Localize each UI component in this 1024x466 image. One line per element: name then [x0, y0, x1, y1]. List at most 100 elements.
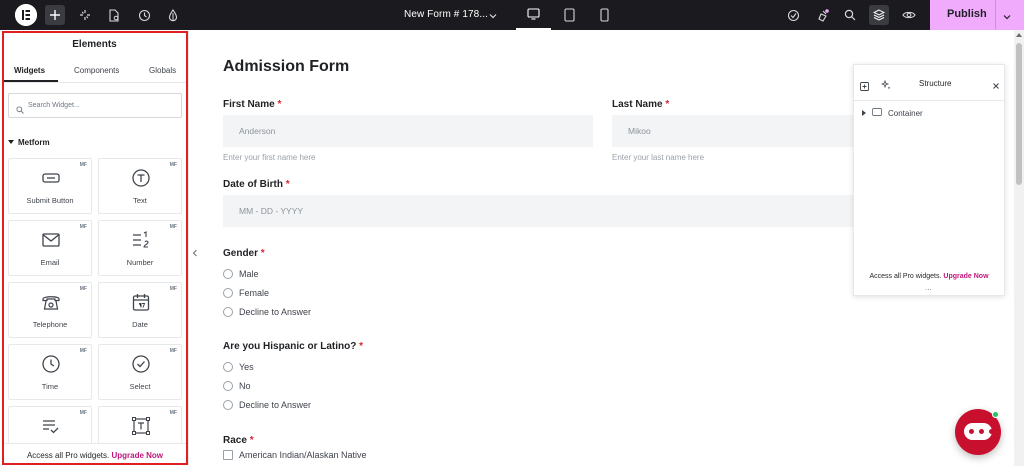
radio-button[interactable] [223, 269, 233, 279]
radio-label: Male [239, 269, 259, 279]
mf-badge: MF [169, 224, 177, 230]
mf-badge: MF [169, 348, 177, 354]
structure-icon[interactable] [869, 5, 889, 25]
theme-style-icon[interactable] [163, 5, 183, 25]
widget-label: Select [129, 382, 151, 391]
upgrade-now-link[interactable]: Upgrade Now [943, 273, 988, 280]
chevron-down-icon[interactable] [488, 8, 498, 26]
chat-widget-button[interactable] [955, 409, 1001, 455]
widget-number[interactable]: MF Number [98, 220, 182, 276]
structure-header: Structure [854, 65, 1004, 101]
race-option-american-indian[interactable]: American Indian/Alaskan Native [223, 450, 367, 460]
last-name-input[interactable]: Mikoo [612, 115, 853, 147]
radio-label: Yes [239, 362, 254, 372]
mf-badge: MF [79, 348, 87, 354]
mobile-icon[interactable] [587, 0, 622, 30]
hispanic-option-decline[interactable]: Decline to Answer [223, 400, 311, 410]
radio-label: Female [239, 288, 270, 298]
desktop-icon[interactable] [516, 0, 551, 30]
radio-button[interactable] [223, 400, 233, 410]
caret-right-icon[interactable] [862, 110, 866, 116]
hispanic-option-yes[interactable]: Yes [223, 362, 254, 372]
notifications-icon[interactable] [812, 5, 832, 25]
search-placeholder: Search Widget... [28, 102, 80, 109]
gender-option-decline[interactable]: Decline to Answer [223, 307, 311, 317]
add-icon[interactable] [45, 5, 65, 25]
radio-button[interactable] [223, 307, 233, 317]
resize-handle[interactable]: ... [925, 284, 932, 292]
widget-label: Submit Button [26, 196, 74, 205]
close-icon[interactable] [992, 77, 1000, 95]
hispanic-option-no[interactable]: No [223, 381, 251, 391]
checkbox[interactable] [223, 450, 233, 460]
canvas-scrollbar[interactable] [1014, 30, 1024, 466]
select-icon [131, 354, 151, 374]
chat-dots [969, 429, 994, 434]
collapse-panel-icon[interactable] [192, 244, 198, 262]
structure-item-container[interactable]: Container [862, 108, 923, 118]
last-name-label-text: Last Name [612, 99, 663, 110]
structure-promo: Access all Pro widgets. Upgrade Now [854, 273, 1004, 280]
page-settings-icon[interactable] [104, 5, 124, 25]
finder-icon[interactable] [783, 5, 803, 25]
search-icon[interactable] [840, 5, 860, 25]
widget-text[interactable]: MF Text [98, 158, 182, 214]
upgrade-now-link[interactable]: Upgrade Now [111, 451, 163, 460]
telephone-icon [41, 292, 61, 312]
tab-components[interactable]: Components [74, 66, 119, 75]
promo-text: Access all Pro widgets. [869, 273, 942, 280]
panel-tabs: Widgets Components Globals [4, 61, 186, 83]
document-title[interactable]: New Form # 178... [404, 9, 488, 20]
radio-label: Decline to Answer [239, 400, 312, 410]
dob-input[interactable]: MM - DD - YYYY [223, 195, 853, 227]
publish-button[interactable]: Publish [930, 0, 1024, 30]
tab-widgets[interactable]: Widgets [14, 66, 45, 75]
radio-button[interactable] [223, 288, 233, 298]
mf-badge: MF [79, 162, 87, 168]
gender-option-male[interactable]: Male [223, 269, 259, 279]
tab-globals[interactable]: Globals [149, 66, 176, 75]
gender-option-female[interactable]: Female [223, 288, 269, 298]
race-label-text: Race [223, 435, 247, 446]
hispanic-label-text: Are you Hispanic or Latino? [223, 341, 357, 352]
text-frame-icon [131, 416, 151, 436]
first-name-input[interactable]: Anderson [223, 115, 593, 147]
first-name-label: First Name * [223, 99, 281, 110]
widget-email[interactable]: MF Email [8, 220, 92, 276]
widget-telephone[interactable]: MF Telephone [8, 282, 92, 338]
radio-button[interactable] [223, 362, 233, 372]
widget-text-frame[interactable]: MF [98, 406, 182, 446]
widget-date[interactable]: MF Date [98, 282, 182, 338]
add-container-icon[interactable] [860, 78, 869, 96]
history-icon[interactable] [134, 5, 154, 25]
structure-item-label: Container [888, 108, 923, 118]
mf-badge: MF [79, 410, 87, 416]
container-icon [872, 108, 882, 118]
publish-divider [995, 0, 996, 30]
widget-select[interactable]: MF Select [98, 344, 182, 400]
scrollbar-thumb[interactable] [1016, 43, 1022, 185]
elements-panel: Elements Widgets Components Globals Sear… [0, 30, 189, 466]
publish-label: Publish [947, 8, 987, 20]
widget-time[interactable]: MF Time [8, 344, 92, 400]
structure-title: Structure [919, 79, 952, 88]
tablet-icon[interactable] [552, 0, 587, 30]
ai-sparkle-icon[interactable] [880, 77, 891, 95]
widget-label: Date [132, 320, 148, 329]
elementor-logo-icon[interactable] [15, 4, 37, 26]
widget-submit-button[interactable]: MF Submit Button [8, 158, 92, 214]
gender-label-text: Gender [223, 248, 259, 259]
preview-icon[interactable] [899, 5, 919, 25]
chevron-down-icon[interactable] [1002, 9, 1012, 27]
last-name-help: Enter your last name here [612, 153, 705, 162]
widget-checkbox[interactable]: MF [8, 406, 92, 446]
scroll-up-arrow-icon[interactable] [1016, 33, 1022, 37]
site-settings-icon[interactable] [75, 5, 95, 25]
mf-badge: MF [79, 286, 87, 292]
mf-badge: MF [169, 286, 177, 292]
gender-label: Gender * [223, 248, 265, 259]
category-metform[interactable]: Metform [8, 138, 50, 147]
search-input[interactable]: Search Widget... [8, 93, 182, 118]
radio-button[interactable] [223, 381, 233, 391]
last-name-value: Mikoo [628, 126, 651, 136]
